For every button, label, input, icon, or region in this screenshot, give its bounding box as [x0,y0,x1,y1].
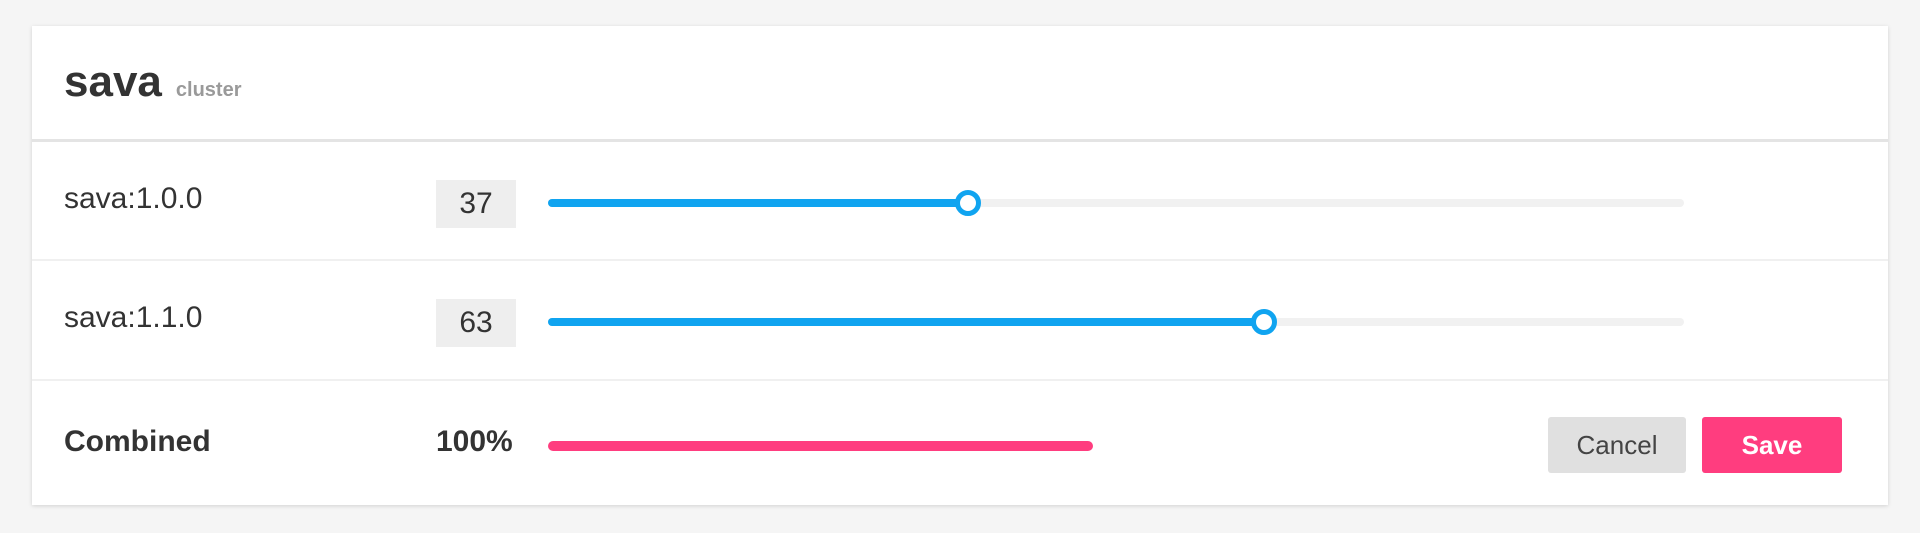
page-title: sava cluster [64,56,241,109]
weights-panel: sava cluster sava:1.0.0 37 sava:1.1.0 63… [32,26,1888,505]
combined-row: Combined 100% Cancel Save [32,381,1888,505]
combined-bar-fill [548,441,1094,451]
version-row-1-1-0: sava:1.1.0 63 [32,261,1888,381]
cancel-button[interactable]: Cancel [1548,417,1686,473]
slider-handle[interactable] [955,190,982,216]
slider-fill [548,318,1264,326]
slider-fill [548,199,969,207]
combined-value: 100% [436,425,513,458]
weight-slider[interactable] [548,309,1684,335]
panel-header: sava cluster [32,26,1888,142]
weight-slider[interactable] [548,190,1684,216]
combined-label: Combined [64,425,211,458]
weight-value[interactable]: 37 [436,180,516,228]
service-name: sava [64,57,162,106]
combined-bar [548,441,1684,451]
slider-handle[interactable] [1250,309,1277,335]
weight-value[interactable]: 63 [436,299,516,347]
service-type: cluster [175,79,242,101]
version-label: sava:1.1.0 [64,301,203,334]
version-label: sava:1.0.0 [64,182,203,215]
version-row-1-0-0: sava:1.0.0 37 [32,142,1888,261]
save-button[interactable]: Save [1702,417,1842,473]
